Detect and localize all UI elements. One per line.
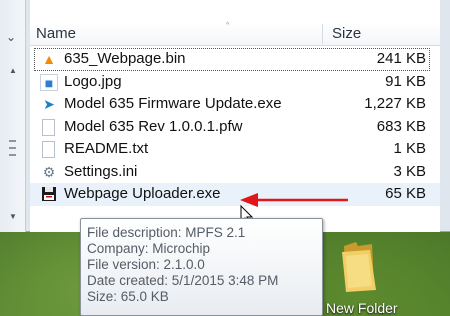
file-row[interactable]: ⚙ Settings.ini 3 KB	[30, 161, 440, 184]
file-size: 683 KB	[376, 117, 426, 135]
tooltip-size: Size: 65.0 KB	[87, 289, 169, 304]
file-size: 65 KB	[385, 185, 426, 202]
folder-icon[interactable]	[338, 240, 378, 292]
tooltip-date-created: Date created: 5/1/2015 3:48 PM	[87, 273, 279, 288]
name-column-header[interactable]: Name	[36, 25, 76, 42]
size-column-header[interactable]: Size	[332, 25, 361, 42]
scrollbar-grip[interactable]	[9, 140, 16, 156]
file-name: Settings.ini	[64, 162, 138, 180]
file-tooltip: File description: MPFS 2.1 Company: Micr…	[80, 218, 323, 316]
file-row[interactable]: ▲ 635_Webpage.bin 241 KB	[34, 48, 430, 71]
folder-label[interactable]: New Folder	[326, 300, 398, 316]
column-divider[interactable]	[322, 24, 323, 44]
file-list: ^ Name Size ▲ 635_Webpage.bin 241 KB ■ L…	[30, 0, 440, 232]
tooltip-version: File version: 2.1.0.0	[87, 257, 205, 272]
tooltip-company: Company: Microchip	[87, 241, 211, 256]
text-file-icon	[42, 141, 55, 158]
scroll-up-arrow-icon[interactable]: ▲	[9, 66, 17, 75]
file-size: 1,227 KB	[364, 95, 426, 112]
file-name: Webpage Uploader.exe	[64, 185, 221, 202]
blank-file-icon	[42, 118, 55, 136]
file-name: README.txt	[64, 140, 149, 157]
file-size: 241 KB	[376, 50, 426, 67]
scroll-down-arrow-icon[interactable]: ▼	[9, 212, 17, 221]
installer-icon: ➤	[43, 96, 55, 112]
navigation-pane: ⌄ ▲ ▼	[0, 0, 26, 232]
column-header: ^ Name Size	[30, 22, 440, 46]
file-row[interactable]: Model 635 Rev 1.0.0.1.pfw 683 KB	[30, 116, 440, 139]
file-name: Model 635 Rev 1.0.0.1.pfw	[64, 117, 243, 135]
red-annotation-arrow	[240, 193, 348, 207]
image-file-icon: ■	[40, 73, 58, 91]
file-row[interactable]: ➤ Model 635 Firmware Update.exe 1,227 KB	[30, 93, 440, 116]
vlc-cone-icon: ▲	[42, 51, 56, 67]
file-name: Model 635 Firmware Update.exe	[64, 95, 282, 112]
file-row[interactable]: README.txt 1 KB	[30, 138, 440, 161]
tooltip-description: File description: MPFS 2.1	[87, 225, 246, 240]
file-size: 1 KB	[393, 140, 426, 157]
sort-indicator-icon: ^	[226, 22, 230, 29]
explorer-window: ⌄ ▲ ▼ ^ Name Size ▲ 635_Webpage.bin 241 …	[0, 0, 450, 232]
floppy-app-icon	[40, 186, 58, 203]
file-size: 3 KB	[393, 162, 426, 180]
file-row[interactable]: ■ Logo.jpg 91 KB	[30, 71, 440, 94]
file-name: Logo.jpg	[64, 72, 122, 90]
file-size: 91 KB	[385, 72, 426, 90]
chevron-down-icon[interactable]: ⌄	[6, 30, 16, 44]
file-rows: ▲ 635_Webpage.bin 241 KB ■ Logo.jpg 91 K…	[30, 48, 440, 206]
settings-file-icon: ⚙	[42, 163, 56, 180]
file-row[interactable]: Webpage Uploader.exe 65 KB	[30, 183, 440, 206]
file-name: 635_Webpage.bin	[64, 50, 186, 67]
